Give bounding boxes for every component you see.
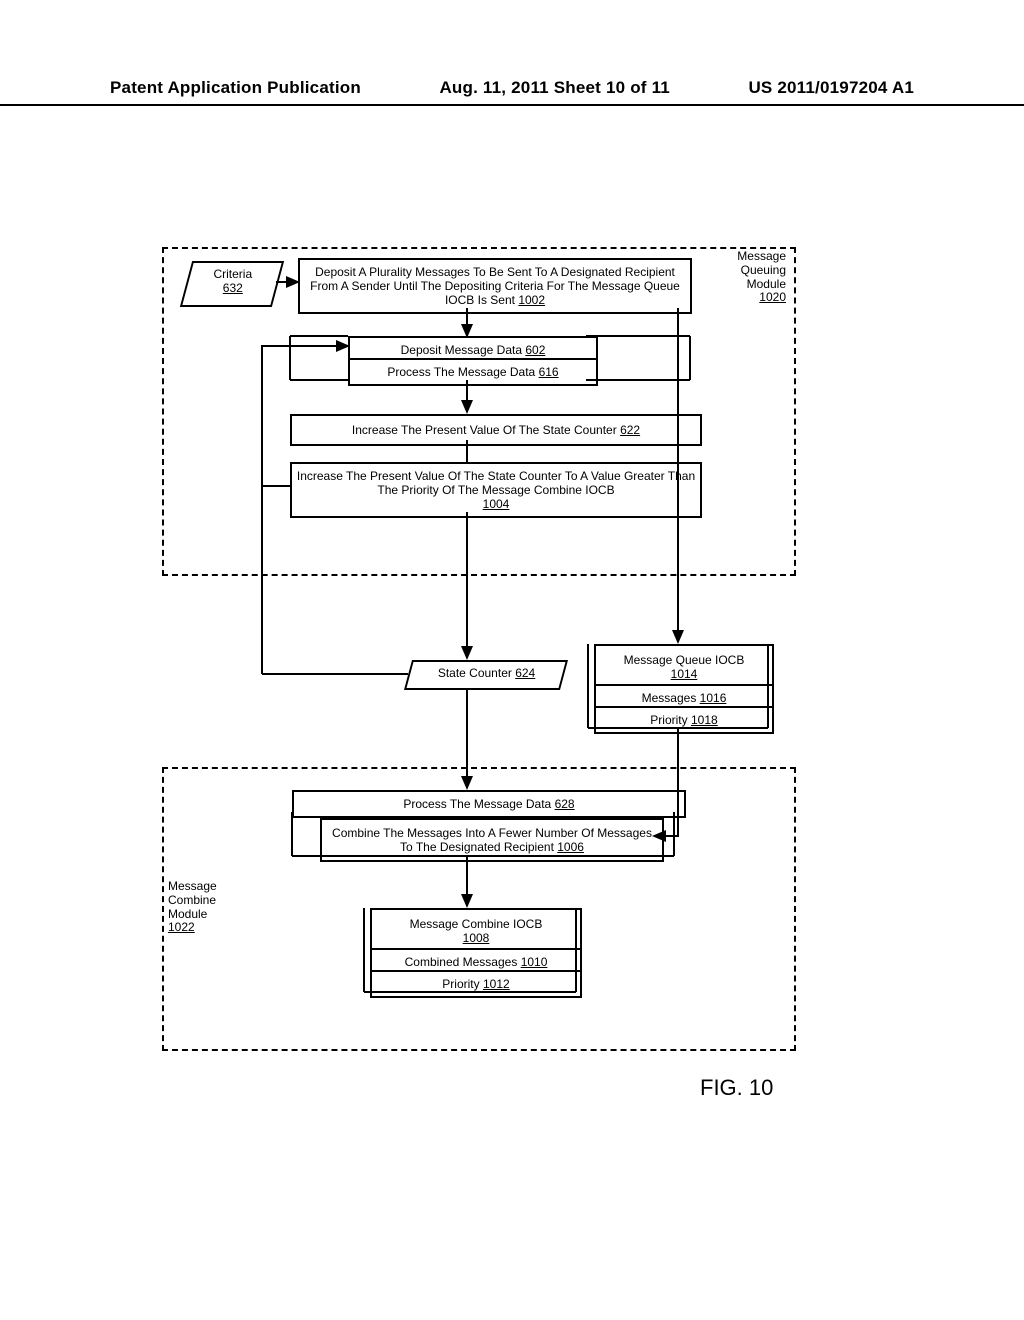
- connectors: [0, 0, 1024, 1320]
- page: Patent Application Publication Aug. 11, …: [0, 0, 1024, 1320]
